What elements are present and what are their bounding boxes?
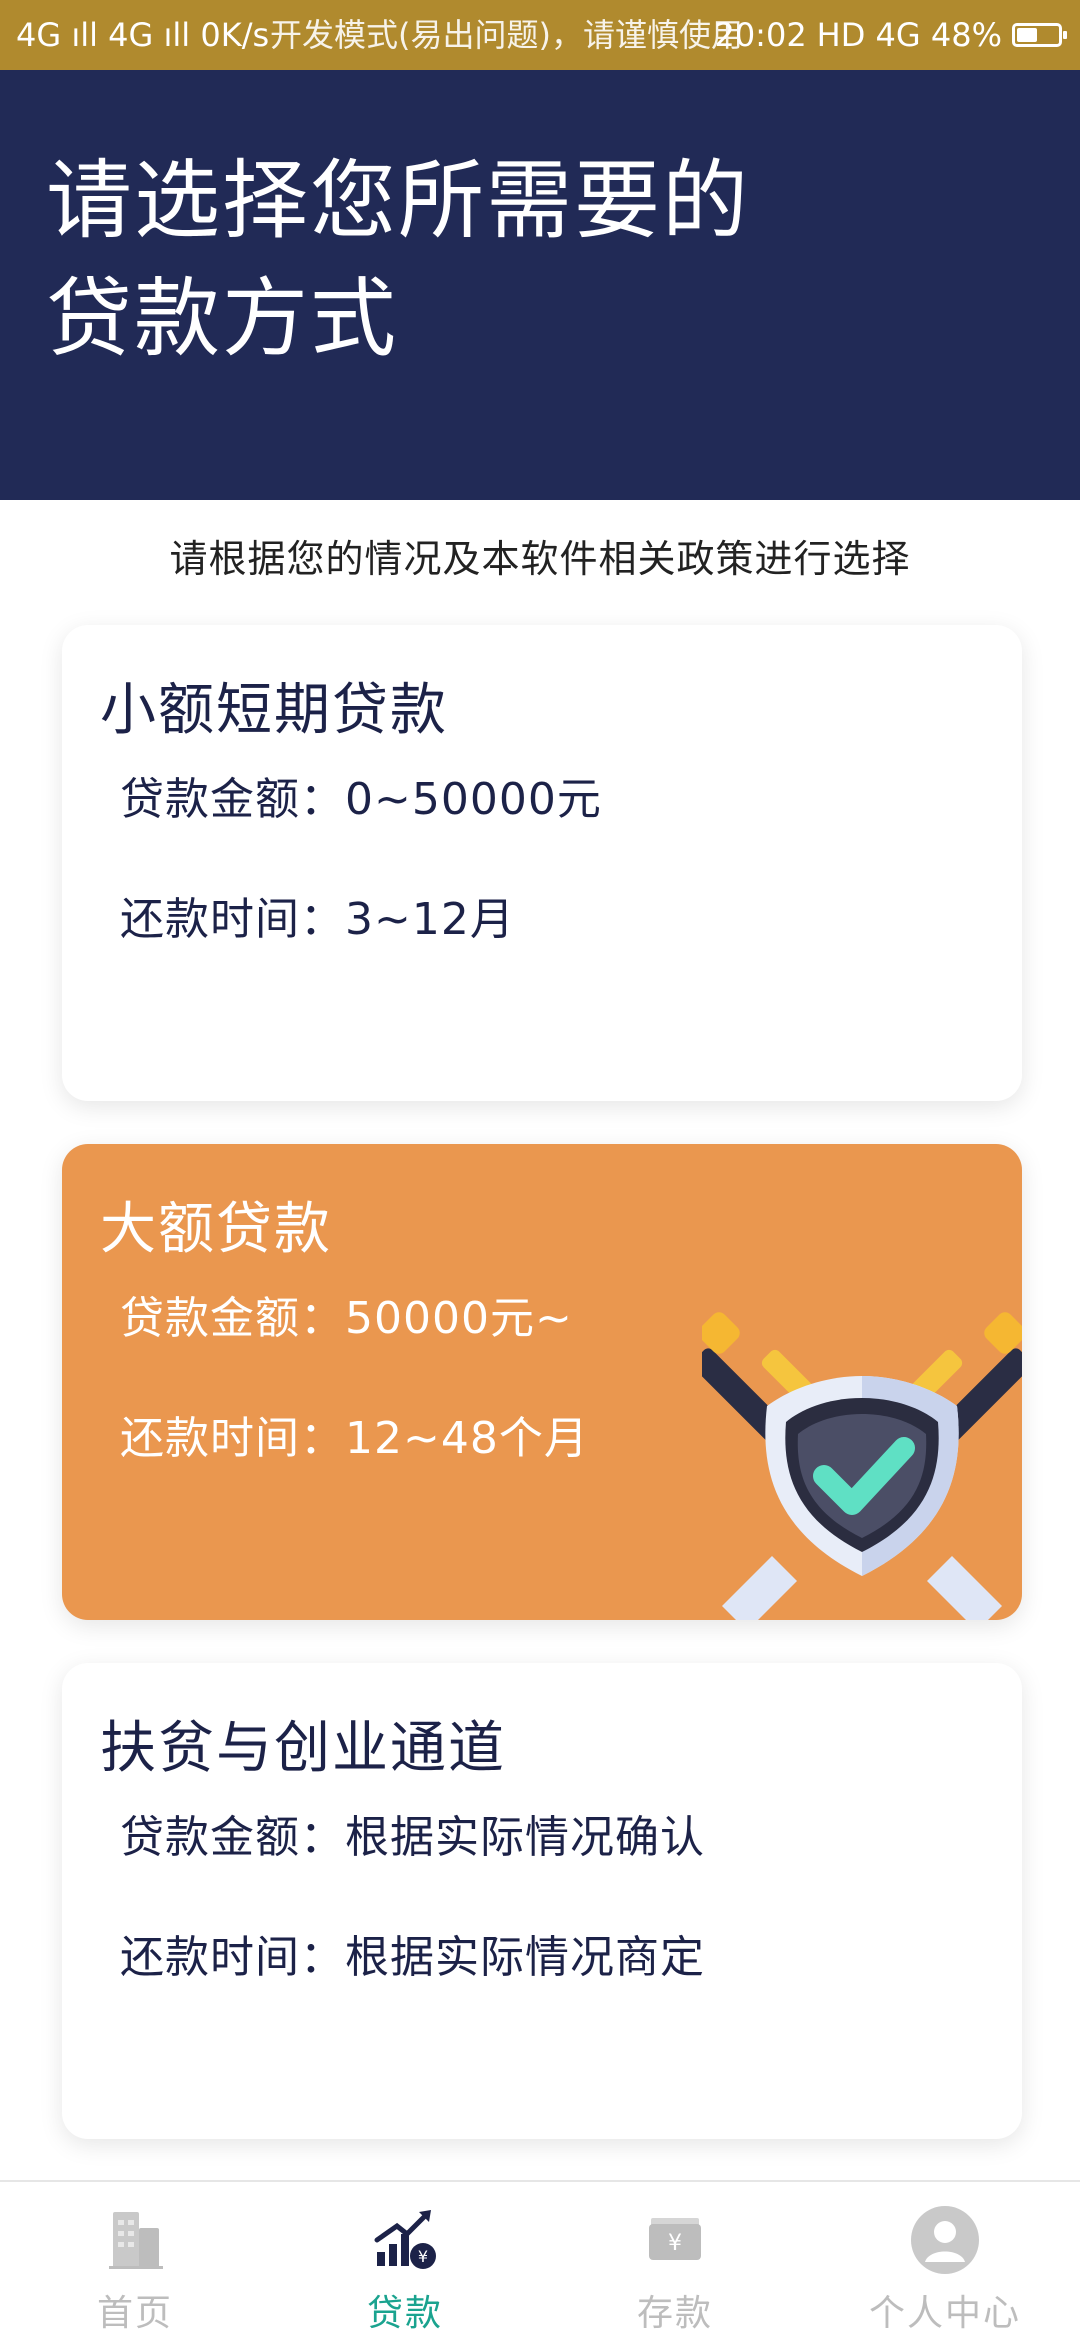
status-time: 20:02 (714, 16, 807, 54)
loan-card-large[interactable]: 大额贷款 贷款金额：50000元~ 还款时间：12~48个月 (62, 1144, 1022, 1620)
card-term: 还款时间：12~48个月 (120, 1413, 589, 1464)
page-title: 请选择您所需要的 贷款方式 (46, 142, 806, 378)
wallet-icon: ¥ (649, 2218, 701, 2260)
nav-label: 贷款 (366, 2293, 443, 2334)
shield-check-icon (702, 1312, 1022, 1620)
page-title-line1: 请选择您所需要的 (46, 151, 750, 251)
nav-item-profile[interactable]: 个人中心 (810, 2182, 1080, 2352)
building-icon (109, 2212, 163, 2269)
nav-item-loan[interactable]: ¥ 贷款 (270, 2182, 540, 2352)
card-term: 还款时间：3~12月 (120, 894, 515, 945)
page-header: 请选择您所需要的 贷款方式 (0, 70, 1080, 500)
page-title-line2: 贷款方式 (46, 269, 398, 369)
page-subtitle: 请根据您的情况及本软件相关政策进行选择 (169, 537, 911, 581)
card-title: 扶贫与创业通道 (100, 1716, 506, 1781)
svg-text:¥: ¥ (418, 2247, 428, 2266)
chart-up-icon: ¥ (374, 2210, 436, 2269)
card-amount: 贷款金额：50000元~ (120, 1293, 573, 1344)
battery-icon (1012, 23, 1067, 47)
status-right: 20:02 HD 4G 48% (714, 0, 1067, 70)
nav-label: 首页 (96, 2293, 173, 2334)
status-bar: 4G ıll 4G ıll 0K/s 开发模式(易出问题)，请谨慎使用 20:0… (0, 0, 1080, 70)
card-amount: 贷款金额：0~50000元 (120, 774, 602, 825)
user-avatar-icon (911, 2206, 979, 2274)
loan-card-poverty-startup[interactable]: 扶贫与创业通道 贷款金额：根据实际情况确认 还款时间：根据实际情况商定 (62, 1663, 1022, 2139)
status-notice: 开发模式(易出问题)，请谨慎使用 (270, 16, 743, 54)
nav-item-deposit[interactable]: ¥ 存款 (540, 2182, 810, 2352)
nav-label: 存款 (636, 2293, 713, 2334)
network-indicators: HD 4G 48% (816, 16, 1002, 54)
svg-text:¥: ¥ (668, 2231, 682, 2256)
card-title: 大额贷款 (100, 1197, 332, 1262)
card-title: 小额短期贷款 (100, 678, 448, 743)
nav-label: 个人中心 (868, 2293, 1021, 2334)
bottom-nav: 首页 ¥ 贷款 ¥ 存款 个人中心 (0, 2180, 1080, 2352)
signal-indicators: 4G ıll 4G ıll 0K/s (16, 16, 270, 54)
loan-card-small-short[interactable]: 小额短期贷款 贷款金额：0~50000元 还款时间：3~12月 (62, 625, 1022, 1101)
card-amount: 贷款金额：根据实际情况确认 (120, 1812, 705, 1863)
nav-item-home[interactable]: 首页 (0, 2182, 270, 2352)
card-term: 还款时间：根据实际情况商定 (120, 1932, 705, 1983)
